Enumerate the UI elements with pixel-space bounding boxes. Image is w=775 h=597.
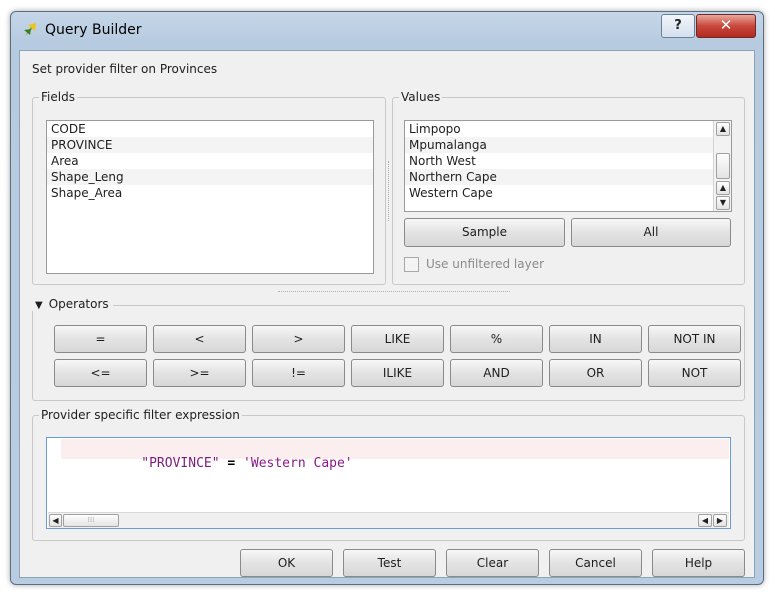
arrow-up-icon: ▲ [719,124,727,133]
close-button[interactable]: ✕ [696,14,756,38]
op-less-equal-button[interactable]: <= [54,359,147,387]
query-builder-window: Query Builder ? ✕ Set provider filter on… [10,11,764,585]
op-percent-button[interactable]: % [450,325,543,353]
fields-group: Fields CODE PROVINCE Area Shape_Leng Sha… [32,90,386,285]
arrow-left-icon: ◀ [701,516,709,525]
op-equals-button[interactable]: = [54,325,147,353]
value-item[interactable]: Mpumalanga [405,137,731,153]
op-less-than-button[interactable]: < [153,325,246,353]
all-button[interactable]: All [571,218,731,247]
op-ilike-button[interactable]: ILIKE [351,359,444,387]
fields-list[interactable]: CODE PROVINCE Area Shape_Leng Shape_Area [46,120,374,274]
values-list[interactable]: Limpopo Mpumalanga North West Northern C… [404,120,732,212]
title-bar[interactable]: Query Builder ? ✕ [11,12,763,48]
expression-group: Provider specific filter expression "PRO… [32,408,745,541]
scroll-left-step-button[interactable]: ◀ [698,514,712,527]
expression-operator-token: = [227,456,236,471]
horizontal-splitter[interactable] [278,291,510,294]
field-item[interactable]: Shape_Area [47,185,373,201]
op-not-in-button[interactable]: NOT IN [648,325,741,353]
test-button[interactable]: Test [343,549,436,577]
values-label: Values [399,90,443,104]
dialog-body: Set provider filter on Provinces Fields … [19,50,755,578]
operators-group: ▼ Operators = < > LIKE % IN NOT IN <= >= … [31,297,745,401]
qgis-app-icon [24,23,36,36]
op-or-button[interactable]: OR [549,359,642,387]
value-item[interactable]: Northern Cape [405,169,731,185]
values-scrollbar[interactable]: ▲ ▲ ▼ [713,121,731,211]
expression-editor[interactable]: "PROVINCE" = 'Western Cape' ◀ ⁞⁞⁞ ◀ ▶ [46,437,731,529]
op-like-button[interactable]: LIKE [351,325,444,353]
scroll-down-button[interactable]: ▼ [716,196,730,210]
value-item[interactable]: North West [405,153,731,169]
value-item[interactable]: Western Cape [405,185,731,201]
arrow-up-icon: ▲ [719,183,727,192]
window-title: Query Builder [45,22,142,38]
clear-button[interactable]: Clear [446,549,539,577]
fields-label: Fields [39,90,77,104]
scroll-right-button[interactable]: ▶ [713,514,727,527]
use-unfiltered-label: Use unfiltered layer [426,257,545,271]
use-unfiltered-checkbox[interactable] [404,257,419,272]
scroll-up-button[interactable]: ▲ [716,122,730,136]
arrow-right-icon: ▶ [716,516,724,525]
expression-field-token: "PROVINCE" [141,456,220,471]
value-item[interactable]: Limpopo [405,121,731,137]
scroll-left-button[interactable]: ◀ [49,514,62,527]
expression-value-token: 'Western Cape' [243,456,353,471]
help-title-button[interactable]: ? [661,14,695,38]
op-in-button[interactable]: IN [549,325,642,353]
help-button[interactable]: Help [652,549,745,577]
operators-label: Operators [48,297,109,311]
field-item[interactable]: Shape_Leng [47,169,373,185]
arrow-left-icon: ◀ [52,516,59,525]
op-greater-than-button[interactable]: > [252,325,345,353]
expression-hscrollbar[interactable]: ◀ ⁞⁞⁞ ◀ ▶ [48,512,729,528]
field-item[interactable]: PROVINCE [47,137,373,153]
collapse-triangle-icon: ▼ [35,300,43,311]
op-not-button[interactable]: NOT [648,359,741,387]
cancel-button[interactable]: Cancel [549,549,642,577]
sample-button[interactable]: Sample [404,218,565,247]
expression-label: Provider specific filter expression [39,408,242,422]
expression-text[interactable]: "PROVINCE" = 'Western Cape' [63,441,353,486]
op-and-button[interactable]: AND [450,359,543,387]
values-group: Values Limpopo Mpumalanga North West Nor… [392,90,745,285]
field-item[interactable]: Area [47,153,373,169]
scroll-step-up-button[interactable]: ▲ [716,181,730,195]
op-greater-equal-button[interactable]: >= [153,359,246,387]
scroll-thumb[interactable] [716,153,730,179]
op-not-equal-button[interactable]: != [252,359,345,387]
operators-header[interactable]: ▼ Operators [31,297,113,311]
ok-button[interactable]: OK [240,549,333,577]
dialog-subtitle: Set provider filter on Provinces [32,62,218,76]
field-item[interactable]: CODE [47,121,373,137]
arrow-down-icon: ▼ [719,198,727,207]
hscroll-thumb[interactable]: ⁞⁞⁞ [63,514,119,527]
close-icon: ✕ [719,16,733,34]
